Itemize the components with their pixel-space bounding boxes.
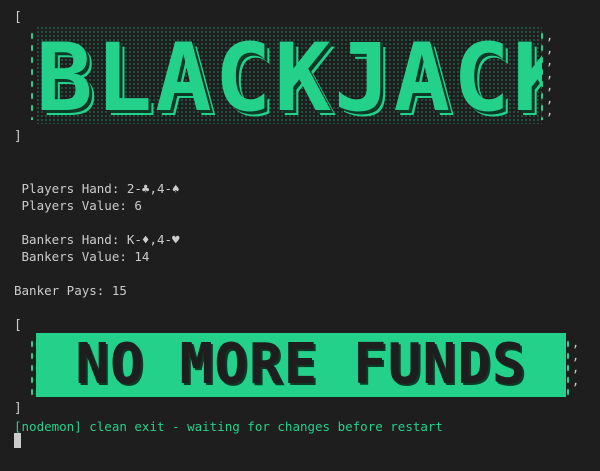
right-dot-column-2 bbox=[566, 338, 570, 398]
close-bracket-2: ] bbox=[14, 401, 22, 416]
comma-column-2: , , , , bbox=[572, 336, 580, 388]
blackjack-ascii-banner: BLACKJACK bbox=[36, 26, 542, 124]
close-bracket-1: ] bbox=[14, 129, 22, 144]
right-dot-column-1 bbox=[540, 30, 544, 120]
players-hand-text: Players Hand: 2-♣,4-♠ bbox=[14, 181, 180, 196]
blackjack-banner-text: BLACKJACK bbox=[36, 26, 542, 125]
nodemon-status-line: [nodemon] clean exit - waiting for chang… bbox=[14, 419, 443, 434]
bankers-value-text: Bankers Value: 14 bbox=[14, 249, 150, 264]
comma-column-1: , , , , , , , bbox=[546, 29, 554, 118]
no-more-funds-ascii-banner: NO MORE FUNDS bbox=[36, 333, 566, 397]
players-value-text: Players Value: 6 bbox=[14, 198, 142, 213]
terminal-cursor[interactable] bbox=[14, 433, 21, 448]
banker-pays-text: Banker Pays: 15 bbox=[14, 283, 127, 298]
no-more-funds-banner-text: NO MORE FUNDS bbox=[75, 333, 527, 397]
bankers-hand-text: Bankers Hand: K-♦,4-♥ bbox=[14, 232, 180, 247]
left-dot-column-2 bbox=[30, 338, 34, 398]
open-bracket-1: [ bbox=[14, 10, 22, 25]
open-bracket-2: [ bbox=[14, 318, 22, 333]
left-dot-column-1 bbox=[30, 30, 34, 120]
